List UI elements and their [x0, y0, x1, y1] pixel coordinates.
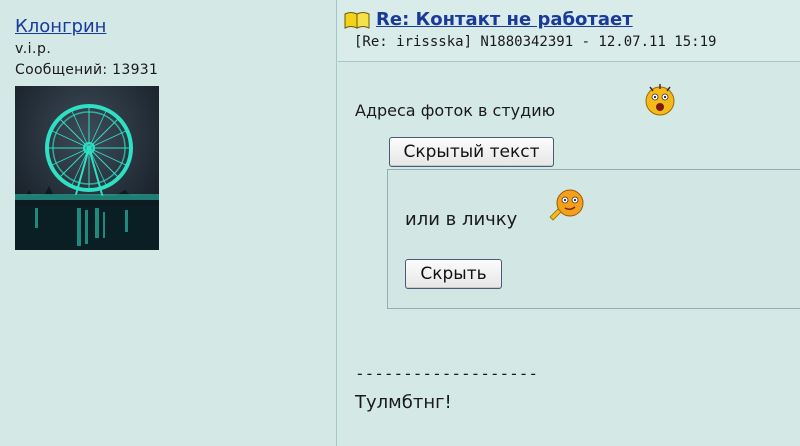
author-rank: v.i.p.	[15, 41, 52, 57]
post-text-line: Адреса фоток в студию	[355, 101, 556, 120]
post-title-link[interactable]: Re: Контакт не работает	[376, 9, 633, 30]
post-header: Re: Контакт не работает [Re: irissska] N…	[338, 0, 800, 62]
pointing-smiley-icon	[549, 189, 584, 221]
author-panel: Клонгрин v.i.p. Сообщений: 13931	[0, 0, 337, 446]
hidden-text: или в личку	[405, 209, 518, 230]
signoff-text: Тулмбтнг!	[355, 392, 452, 413]
author-message-count: Сообщений: 13931	[15, 62, 159, 78]
scared-smiley-icon	[645, 84, 675, 116]
separator: -------------------	[355, 364, 539, 383]
hidden-text-box: или в личку Скрыть	[387, 169, 800, 309]
book-icon	[344, 11, 370, 29]
ferris-wheel-image	[15, 86, 159, 250]
post-meta: [Re: irissska] N1880342391 - 12.07.11 15…	[354, 34, 717, 50]
author-name-link[interactable]: Клонгрин	[15, 16, 106, 37]
forum-post: Клонгрин v.i.p. Сообщений: 13931 Re: Кон…	[0, 0, 800, 446]
post-panel: Re: Контакт не работает [Re: irissska] N…	[338, 0, 800, 446]
avatar	[15, 86, 159, 250]
show-hidden-text-button[interactable]: Скрытый текст	[389, 137, 554, 167]
hide-text-button[interactable]: Скрыть	[405, 259, 502, 289]
